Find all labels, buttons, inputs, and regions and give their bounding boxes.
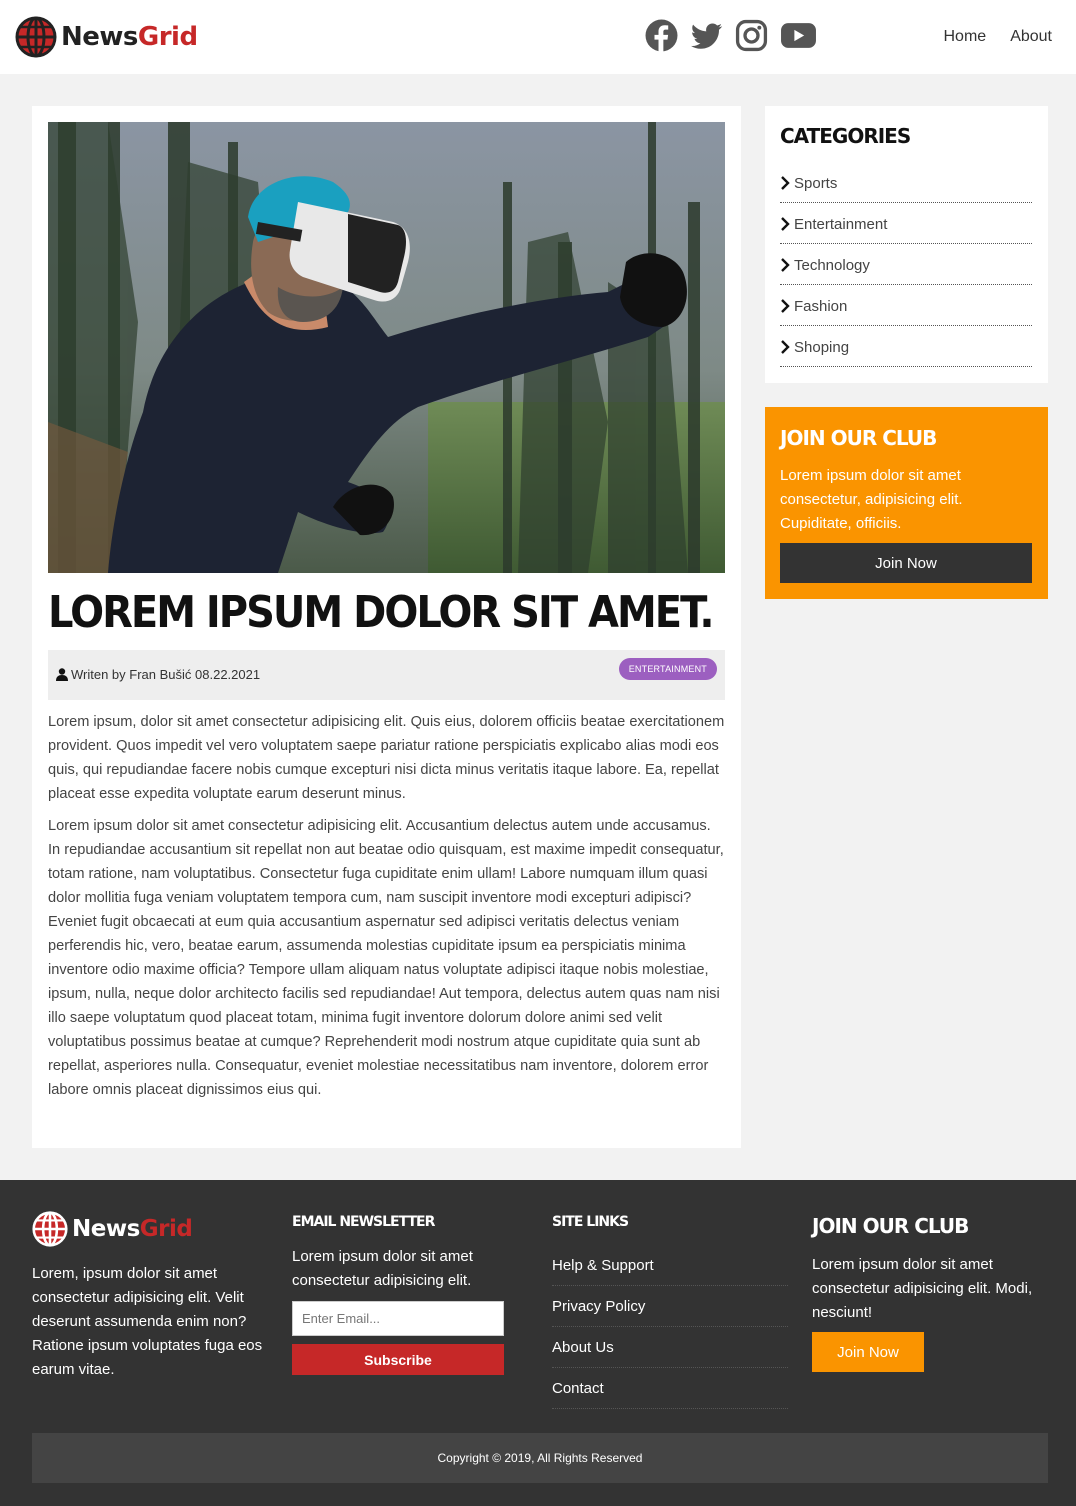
footer-join-club-text: Lorem ipsum dolor sit amet consectetur a… [812, 1256, 1033, 1321]
youtube-icon[interactable] [780, 19, 817, 52]
logo-grid: Grid [139, 1216, 193, 1242]
logo-news: News [72, 1216, 140, 1242]
site-links-title: SITE LINKS [552, 1214, 629, 1230]
site-logo[interactable]: NewsGrid [15, 16, 198, 58]
user-icon [56, 668, 68, 681]
newsletter-title: EMAIL NEWSLETTER [292, 1214, 435, 1230]
footer-join-club-title: JOIN OUR CLUB [812, 1214, 969, 1238]
category-item-fashion[interactable]: Fashion [780, 285, 1032, 326]
globe-logo-icon [15, 16, 57, 58]
site-links-list: Help & Support Privacy Policy About Us C… [552, 1245, 788, 1409]
nav-home[interactable]: Home [944, 28, 987, 46]
chevron-right-icon [781, 217, 790, 231]
subscribe-button[interactable]: Subscribe [292, 1344, 504, 1375]
join-club-title: JOIN OUR CLUB [780, 426, 937, 450]
category-item-shoping[interactable]: Shoping [780, 326, 1032, 367]
footer-logo-text: NewsGrid [72, 1216, 193, 1242]
categories-widget: CATEGORIES Sports Entertainment Technolo… [765, 106, 1048, 383]
article-paragraph: Lorem ipsum dolor sit amet consectetur a… [48, 818, 724, 1098]
footer-join-now-button[interactable]: Join Now [812, 1332, 924, 1372]
chevron-right-icon [781, 340, 790, 354]
footer-link-contact[interactable]: Contact [552, 1368, 788, 1409]
categories-title: CATEGORIES [780, 124, 911, 148]
footer-link-help[interactable]: Help & Support [552, 1245, 788, 1286]
facebook-icon[interactable] [645, 19, 678, 52]
footer-link-about[interactable]: About Us [552, 1327, 788, 1368]
chevron-right-icon [781, 176, 790, 190]
category-badge[interactable]: ENTERTAINMENT [618, 658, 717, 680]
nav-about[interactable]: About [1010, 28, 1052, 46]
article-title: LOREM IPSUM DOLOR SIT AMET. [48, 588, 715, 638]
newsletter-email-input[interactable] [292, 1301, 504, 1336]
category-label: Technology [794, 256, 870, 274]
main-nav: Home About [944, 28, 1053, 46]
article-paragraph: Lorem ipsum, dolor sit amet consectetur … [48, 714, 725, 802]
logo-news: News [61, 22, 138, 52]
logo-text: NewsGrid [61, 22, 198, 52]
category-item-entertainment[interactable]: Entertainment [780, 203, 1032, 244]
footer-about-text: Lorem, ipsum dolor sit amet consectetur … [32, 1265, 263, 1378]
categories-list: Sports Entertainment Technology Fashion … [780, 162, 1032, 367]
article-hero-image [48, 122, 725, 573]
join-club-text: Lorem ipsum dolor sit amet consectetur, … [780, 467, 963, 532]
logo-grid: Grid [137, 22, 198, 52]
site-header: NewsGrid Home About [0, 0, 1076, 74]
join-club-widget: JOIN OUR CLUB Lorem ipsum dolor sit amet… [765, 407, 1048, 599]
author-text: Writen by Fran Bušić 08.22.2021 [71, 667, 261, 682]
category-label: Sports [794, 174, 838, 192]
twitter-icon[interactable] [690, 19, 723, 52]
newsletter-text: Lorem ipsum dolor sit amet consectetur a… [292, 1248, 473, 1289]
join-now-button[interactable]: Join Now [780, 543, 1032, 583]
category-label: Shoping [794, 338, 850, 356]
site-footer: NewsGrid Lorem, ipsum dolor sit amet con… [0, 1180, 1076, 1506]
category-item-technology[interactable]: Technology [780, 244, 1032, 285]
category-label: Entertainment [794, 215, 888, 233]
footer-link-privacy[interactable]: Privacy Policy [552, 1286, 788, 1327]
chevron-right-icon [781, 258, 790, 272]
category-label: Fashion [794, 297, 848, 315]
article-body: Lorem ipsum, dolor sit amet consectetur … [48, 710, 725, 1110]
copyright-text: Copyright © 2019, All Rights Reserved [437, 1451, 643, 1465]
globe-logo-icon [32, 1211, 68, 1247]
footer-logo[interactable]: NewsGrid [32, 1211, 193, 1247]
category-item-sports[interactable]: Sports [780, 162, 1032, 203]
chevron-right-icon [781, 299, 790, 313]
article-card: LOREM IPSUM DOLOR SIT AMET. Writen by Fr… [32, 106, 741, 1148]
social-links [645, 19, 817, 52]
copyright-bar: Copyright © 2019, All Rights Reserved [32, 1433, 1048, 1483]
article-author: Writen by Fran Bušić 08.22.2021 [56, 667, 260, 682]
instagram-icon[interactable] [735, 19, 768, 52]
article-meta-bar: Writen by Fran Bušić 08.22.2021 ENTERTAI… [48, 650, 725, 700]
